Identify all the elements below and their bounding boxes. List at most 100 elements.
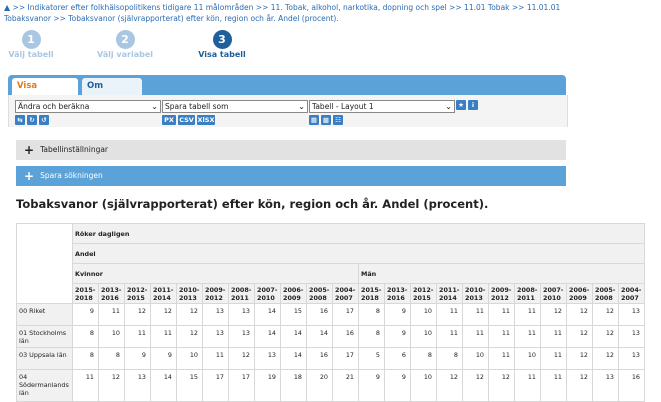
table-cell: 16 [306,347,333,370]
year-header: 2008-2011 [514,283,541,304]
pivot-ccw-icon[interactable]: ↺ [39,115,49,125]
map-icon[interactable]: ☷ [333,115,343,125]
calc-select[interactable]: Ändra och beräkna ⌄ [15,100,161,113]
layout-select-value: Tabell - Layout 1 [312,102,374,111]
table-cell: 8 [436,347,463,370]
chart-icon[interactable]: ▩ [321,115,331,125]
xlsx-button[interactable]: XlSX [197,115,215,125]
step-2-number: 2 [115,30,135,49]
table-cell: 13 [228,325,255,348]
table-cell: 12 [592,325,619,348]
group-header-men: Män [358,263,645,284]
table-cell: 8 [72,347,99,370]
table-cell: 17 [228,369,255,402]
table-row: 00 Riket 9 11 12 12 12 13 13 14 15 16 17 8 9 10 11 11 11 1… [16,303,645,326]
year-header: 2011-2014 [436,283,463,304]
save-as-select[interactable]: Spara tabell som ⌄ [162,100,308,113]
table-cell: 10 [514,347,541,370]
table-icon[interactable]: ▦ [309,115,319,125]
table-cell: 19 [254,369,281,402]
row-header: 03 Uppsala län [16,347,73,370]
table-settings-bar[interactable]: + Tabellinställningar [16,140,566,160]
year-header: 2012-2015 [124,283,151,304]
table-row: 04 Södermanlands län 11 12 13 14 15 17 17 19 18 20… [16,369,645,402]
table-cell: 14 [280,325,307,348]
year-header: 2012-2015 [410,283,437,304]
table-cell: 12 [176,303,203,326]
table-cell: 14 [150,369,177,402]
tab-about-table[interactable]: Om tabellen [82,78,142,108]
table-cell: 11 [488,347,515,370]
table-body: 00 Riket 9 11 12 12 12 13 13 14 15 16 17 8 9 10 11 11 11 1… [16,303,645,402]
table-cell: 11 [514,325,541,348]
table-cell: 9 [124,347,151,370]
year-header: 2007-2010 [254,283,281,304]
year-header: 2004-2007 [618,283,645,304]
table-cell: 14 [254,303,281,326]
group-header-women: Kvinnor [72,263,359,284]
info-icon[interactable]: i [468,100,478,110]
table-cell: 12 [566,303,593,326]
home-icon[interactable]: ▲ [4,3,10,12]
table-cell: 17 [332,303,359,326]
table-cell: 10 [410,325,437,348]
table-cell: 11 [124,325,151,348]
breadcrumb-text[interactable]: >> Indikatorer efter folkhälsopolitikens… [4,3,560,23]
table-cell: 13 [618,303,645,326]
table-cell: 11 [462,325,489,348]
table-cell: 18 [280,369,307,402]
table-cell: 11 [488,303,515,326]
star-icon[interactable]: ★ [456,100,466,110]
table-row: 01 Stockholms län 8 10 11 11 12 13 13 14 14 14 16 8 9… [16,325,645,348]
step-3: 3 Visa tabell [177,30,267,59]
tab-show-table[interactable]: Visa tabellen [12,78,78,108]
step-3-number: 3 [212,30,232,49]
table-cell: 10 [176,347,203,370]
table-cell: 21 [332,369,359,402]
year-header: 2009-2012 [202,283,229,304]
table-cell: 11 [98,303,125,326]
step-1-number: 1 [21,30,41,49]
table-cell: 15 [176,369,203,402]
table-cell: 10 [462,347,489,370]
table-cell: 9 [384,369,411,402]
table-cell: 9 [384,303,411,326]
table-cell: 12 [592,347,619,370]
table-cell: 15 [280,303,307,326]
table-cell: 17 [202,369,229,402]
header-row-sex: Kvinnor Män [17,263,645,284]
table-cell: 14 [280,347,307,370]
table-cell: 6 [384,347,411,370]
layout-select[interactable]: Tabell - Layout 1 ⌄ [309,100,455,113]
px-button[interactable]: PX [162,115,176,125]
breadcrumb[interactable]: ▲ >> Indikatorer efter folkhälsopolitike… [4,2,604,24]
chevron-down-icon: ⌄ [445,102,452,111]
table-cell: 12 [592,303,619,326]
save-search-bar[interactable]: + Spara sökningen [16,166,566,186]
csv-button[interactable]: CSV [178,115,195,125]
table-cell: 12 [462,369,489,402]
table-cell: 12 [98,369,125,402]
year-header: 2007-2010 [540,283,567,304]
year-header: 2005-2008 [306,283,333,304]
save-search-label: Spara sökningen [40,171,103,180]
plus-icon: + [24,143,35,157]
year-header: 2013-2016 [384,283,411,304]
table-cell: 13 [618,325,645,348]
save-as-select-value: Spara tabell som [165,102,229,111]
step-2[interactable]: 2 Välj variabel [80,30,170,59]
toolbar-panel: Ändra och beräkna ⌄ Spara tabell som ⌄ Tab… [8,95,568,127]
table-cell: 12 [566,369,593,402]
table-cell: 13 [592,369,619,402]
year-header: 2011-2014 [150,283,177,304]
step-1[interactable]: 1 Välj tabell [0,30,76,59]
corner-cell [16,223,73,304]
table-cell: 20 [306,369,333,402]
row-header: 04 Södermanlands län [16,369,73,402]
pivot-icon[interactable]: ⇆ [15,115,25,125]
year-header: 2010-2013 [176,283,203,304]
table-cell: 16 [618,369,645,402]
table-cell: 16 [332,325,359,348]
year-header: 2013-2016 [98,283,125,304]
pivot-cw-icon[interactable]: ↻ [27,115,37,125]
